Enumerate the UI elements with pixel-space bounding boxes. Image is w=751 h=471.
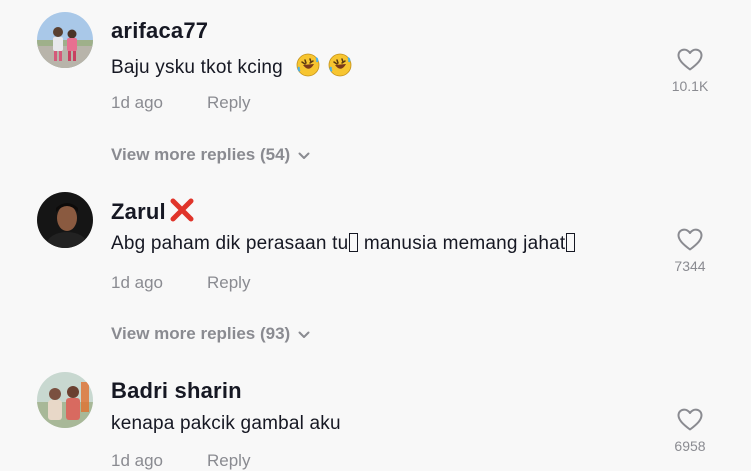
like-control: 6958 — [668, 408, 712, 454]
username[interactable]: Badri sharin — [111, 378, 242, 404]
like-count: 10.1K — [671, 78, 709, 94]
reply-button[interactable]: Reply — [207, 451, 250, 471]
like-control: 10.1K — [668, 48, 712, 94]
comment-timestamp: 1d ago — [111, 273, 163, 292]
comment-timestamp: 1d ago — [111, 451, 163, 470]
rolling-on-floor-laughing-icon — [328, 53, 352, 83]
like-count: 7344 — [674, 258, 706, 274]
comment-text-part-1: Abg paham dik perasaan tu — [111, 233, 349, 254]
comment-text-part-2: manusia memang jahat — [358, 233, 566, 254]
like-control: 7344 — [668, 228, 712, 274]
heart-icon[interactable] — [677, 48, 703, 72]
view-more-replies-label: View more replies (54) — [111, 145, 291, 164]
cross-mark-icon — [169, 198, 195, 228]
username[interactable]: arifaca77 — [111, 18, 208, 44]
comment-meta: 1d ago Reply — [111, 451, 250, 471]
avatar-image — [37, 192, 93, 248]
rolling-on-floor-laughing-icon — [296, 53, 320, 83]
heart-icon[interactable] — [677, 228, 703, 252]
comment-timestamp: 1d ago — [111, 93, 163, 112]
like-count: 6958 — [674, 438, 706, 454]
username-text: Zarul — [111, 199, 166, 224]
reply-button[interactable]: Reply — [207, 93, 250, 113]
avatar[interactable] — [37, 192, 93, 248]
unrendered-emoji-icon — [566, 233, 576, 252]
comment-meta: 1d ago Reply — [111, 273, 250, 293]
avatar[interactable] — [37, 12, 93, 68]
comment-text-body: Baju ysku tkot kcing — [111, 57, 283, 78]
comment-text: Abg paham dik perasaan tu manusia memang… — [111, 233, 576, 255]
avatar-image — [37, 12, 93, 68]
heart-icon[interactable] — [677, 408, 703, 432]
view-more-replies-button[interactable]: View more replies (93) — [111, 324, 310, 344]
avatar-image — [37, 372, 93, 428]
view-more-replies-button[interactable]: View more replies (54) — [111, 145, 310, 165]
chevron-down-icon — [298, 145, 310, 165]
comment-text: Baju ysku tkot kcing — [111, 53, 352, 83]
username[interactable]: Zarul — [111, 198, 195, 228]
comment-meta: 1d ago Reply — [111, 93, 250, 113]
comment-text: kenapa pakcik gambal aku — [111, 413, 341, 434]
view-more-replies-label: View more replies (93) — [111, 324, 291, 343]
chevron-down-icon — [298, 324, 310, 344]
reply-button[interactable]: Reply — [207, 273, 250, 293]
avatar[interactable] — [37, 372, 93, 428]
